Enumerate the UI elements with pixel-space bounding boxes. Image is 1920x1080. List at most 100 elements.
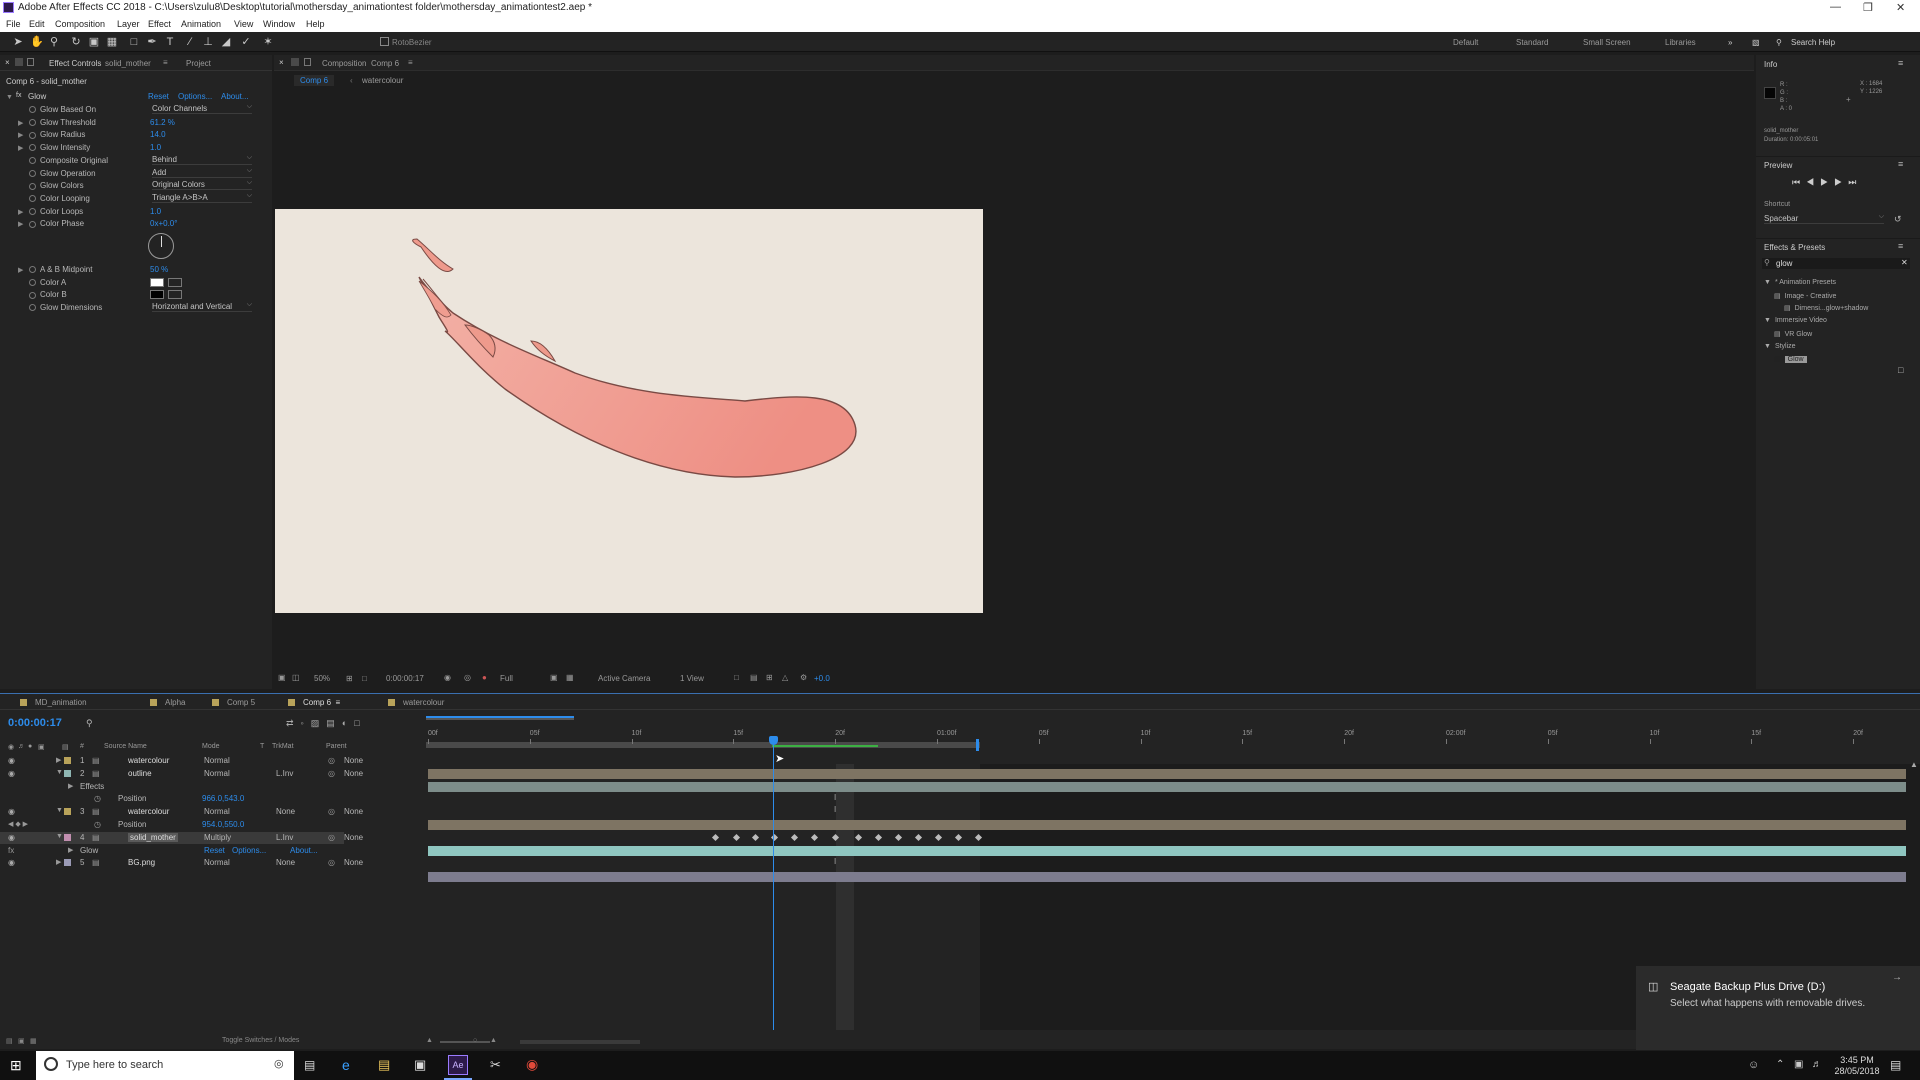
visibility-eye-icon[interactable]: ◉ (8, 858, 15, 867)
camera-dropdown[interactable]: Active Camera (598, 674, 650, 683)
first-frame-icon[interactable]: ⏮ (1792, 177, 1806, 187)
keyframe-icon[interactable] (732, 833, 741, 842)
menu-view[interactable]: View (234, 19, 253, 29)
stopwatch-icon[interactable] (29, 181, 36, 190)
draft-3d-icon[interactable]: ◦ (301, 718, 311, 728)
after-effects-taskbar-icon[interactable]: Ae (448, 1055, 468, 1075)
tray-chevron-icon[interactable]: ⌃ (1776, 1059, 1784, 1070)
selection-tool-icon[interactable]: ➤ (12, 36, 24, 48)
composition-name[interactable]: Comp 6 (371, 59, 399, 68)
layer-prop-row[interactable]: ◀ ◆ ▶ ◷ Position 954.0,550.0 (0, 819, 344, 831)
expand-triangle-icon[interactable] (18, 181, 26, 190)
volume-icon[interactable]: ♬ (1812, 1059, 1822, 1070)
pen-tool-icon[interactable]: ✒ (146, 36, 158, 48)
layer-sub-row[interactable]: ▶ Glow Reset Options... About... fx (0, 845, 344, 857)
color-channel-icon[interactable]: ● (482, 673, 487, 682)
store-icon[interactable]: ▣ (414, 1057, 426, 1073)
shy-icon[interactable]: ▨ (311, 718, 327, 728)
label-color-swatch[interactable] (64, 859, 71, 867)
effects-search-input[interactable]: ⚲ glow ✕ (1762, 258, 1910, 269)
pickwhip-icon[interactable]: ◎ (328, 807, 335, 816)
panel-menu-icon[interactable]: ≡ (1898, 159, 1903, 169)
visibility-eye-icon[interactable]: ◉ (8, 756, 15, 765)
pickwhip-icon[interactable]: ◎ (328, 756, 335, 765)
effect-prop-row[interactable]: Glow Dimensions Horizontal and Vertical ⌵ (0, 301, 272, 314)
track-bar-solid-mother[interactable] (428, 846, 1906, 856)
tab-effect-controls-layer[interactable]: solid_mother (105, 59, 151, 68)
workspace-small-screen[interactable]: Small Screen (1583, 38, 1631, 47)
last-frame-icon[interactable]: ⏭ (1848, 177, 1862, 187)
zoom-dropdown[interactable]: 50% (314, 674, 330, 683)
expand-triangle-icon[interactable]: ▶ (68, 782, 73, 790)
expand-triangle-icon[interactable]: ▶ (18, 207, 26, 216)
visibility-eye-icon[interactable]: ◉ (8, 807, 15, 816)
effect-prop-dropdown[interactable]: Color Channels ⌵ (152, 103, 252, 114)
effect-prop-value[interactable]: 61.2 % (150, 118, 175, 127)
label-color-swatch[interactable] (64, 833, 71, 841)
track-bar-bg[interactable] (428, 872, 1906, 882)
expand-triangle-icon[interactable] (18, 105, 26, 114)
timeline-timecode[interactable]: 0:00:00:17 (8, 717, 62, 729)
timeline-zoom-slider[interactable] (440, 1041, 490, 1043)
keyframe-icon[interactable] (874, 833, 883, 842)
layer-row[interactable]: ◉ ▼ 3 ▤ watercolour Normal None ◎ None (0, 806, 363, 818)
transparency-grid-icon[interactable]: ▦ (566, 673, 574, 682)
effect-prop-dropdown[interactable]: Behind ⌵ (152, 154, 252, 165)
more-workspaces-icon[interactable]: » (1728, 38, 1732, 47)
layer-row[interactable]: ◉ ▶ 5 ▤ BG.png Normal None ◎ None (0, 857, 363, 869)
snapshot-icon[interactable]: ◉ (444, 673, 451, 682)
keyframe-icon[interactable] (934, 833, 943, 842)
sub-reset[interactable]: Reset (204, 846, 225, 855)
color-swatch[interactable] (150, 277, 164, 287)
pickwhip-icon[interactable]: ◎ (328, 769, 335, 778)
zoom-tool-icon[interactable]: ⚲ (48, 36, 60, 48)
prev-frame-icon[interactable]: ◀ (1806, 177, 1820, 187)
menu-composition[interactable]: Composition (55, 19, 105, 29)
track-bar-watercolour-1[interactable] (428, 769, 1906, 779)
expand-triangle-icon[interactable]: ▼ (6, 92, 14, 101)
layer-row[interactable]: ◉ ▼ 2 ▤ outline Normal L.Inv ◎ None (0, 768, 363, 780)
lock-icon[interactable] (15, 58, 23, 66)
timeline-tab[interactable]: Alpha (150, 698, 185, 707)
fx-icon[interactable]: fx (16, 92, 21, 99)
label-color-swatch[interactable] (64, 808, 71, 816)
prop-value[interactable]: 966.0,543.0 (202, 794, 244, 803)
effects-tree-item[interactable]: ▼ Stylize (1764, 343, 1796, 350)
effect-prop-dropdown[interactable]: Original Colors ⌵ (152, 179, 252, 191)
sync-settings-icon[interactable]: ▧ (1752, 38, 1760, 47)
restore-icon[interactable]: ❐ (1863, 1, 1873, 14)
zoom-out-icon[interactable]: ▲ (426, 1037, 433, 1044)
menu-help[interactable]: Help (306, 19, 325, 29)
new-bin-icon[interactable]: □ (1898, 365, 1903, 375)
current-time-display[interactable]: 0:00:00:17 (386, 674, 424, 683)
panel-menu-icon[interactable]: ≡ (1898, 241, 1903, 251)
expand-triangle-icon[interactable] (18, 303, 26, 312)
people-icon[interactable]: ☺ (1748, 1059, 1759, 1071)
effect-prop-row[interactable]: Composite Original Behind ⌵ (0, 154, 272, 167)
visibility-eye-icon[interactable]: ◉ (8, 769, 15, 778)
playhead-line[interactable] (773, 738, 774, 1030)
taskbar-search-box[interactable]: Type here to search ◎ (36, 1051, 294, 1080)
prop-value[interactable]: 954.0,550.0 (202, 820, 244, 829)
menu-effect[interactable]: Effect (148, 19, 171, 29)
panel-menu-icon[interactable]: ≡ (1898, 58, 1903, 68)
workspace-standard[interactable]: Standard (1516, 38, 1548, 47)
panel-menu-icon[interactable]: ≡ (331, 698, 340, 707)
shortcut-dropdown[interactable]: Spacebar ⌵ (1764, 213, 1884, 224)
pickwhip-icon[interactable]: ◎ (328, 833, 335, 842)
effects-tree-item[interactable]: ▤ Dimensi...glow+shadow (1784, 304, 1868, 312)
lock-icon[interactable] (291, 58, 299, 66)
close-icon[interactable]: ✕ (1896, 1, 1905, 14)
roto-brush-tool-icon[interactable]: ✓ (240, 36, 252, 48)
search-help-field[interactable]: Search Help (1791, 38, 1835, 47)
eyedropper-icon[interactable] (168, 277, 182, 287)
keyframe-icon[interactable] (711, 833, 720, 842)
work-area-end[interactable] (976, 739, 979, 751)
composition-canvas[interactable] (275, 209, 983, 613)
expand-triangle-icon[interactable]: ▶ (68, 846, 73, 854)
stopwatch-icon[interactable] (29, 278, 36, 287)
pickwhip-icon[interactable]: ◎ (328, 858, 335, 867)
effects-tree-item[interactable]: ▼ Immersive Video (1764, 317, 1827, 324)
toggle-pixel-aspect-icon[interactable]: □ (734, 673, 739, 682)
playhead-handle[interactable] (769, 736, 778, 745)
